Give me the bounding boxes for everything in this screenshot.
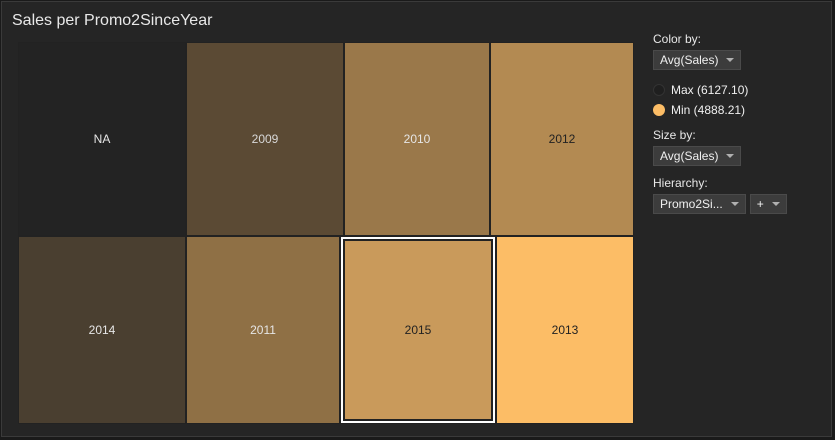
panel-title: Sales per Promo2SinceYear xyxy=(12,12,213,29)
cell-label: 2011 xyxy=(250,323,276,337)
treemap-cell-2014[interactable]: 2014 xyxy=(18,236,186,424)
cell-label: 2009 xyxy=(251,132,279,146)
cell-label: NA xyxy=(93,132,111,146)
add-hierarchy-button[interactable]: + xyxy=(749,194,787,214)
cell-label: 2010 xyxy=(403,132,431,146)
cell-label: 2014 xyxy=(88,323,116,337)
cell-label: 2015 xyxy=(404,323,432,337)
chevron-down-icon xyxy=(771,202,780,206)
hierarchy-row: Promo2Si... + xyxy=(653,194,823,214)
chevron-down-icon xyxy=(730,202,739,206)
treemap-controls: Color by: Avg(Sales) Max (6127.10) Min (… xyxy=(653,32,823,214)
treemap-cell-2012[interactable]: 2012 xyxy=(490,42,634,236)
treemap-cell-2011[interactable]: 2011 xyxy=(186,236,340,424)
color-by-dropdown[interactable]: Avg(Sales) xyxy=(653,50,742,70)
legend-max: Max (6127.10) xyxy=(653,80,823,100)
max-color-swatch xyxy=(653,84,665,96)
cell-label: 2013 xyxy=(551,323,579,337)
hierarchy-value: Promo2Si... xyxy=(660,197,723,211)
treemap: NA 2009 2010 2012 2014 2011 2015 2013 xyxy=(18,42,634,424)
treemap-cell-2010[interactable]: 2010 xyxy=(344,42,490,236)
cell-label: 2012 xyxy=(548,132,576,146)
size-by-value: Avg(Sales) xyxy=(660,149,719,163)
size-by-dropdown[interactable]: Avg(Sales) xyxy=(653,146,742,166)
legend-min-label: Min (4888.21) xyxy=(671,103,746,117)
legend-min: Min (4888.21) xyxy=(653,100,823,120)
color-by-label: Color by: xyxy=(653,32,702,46)
legend-max-label: Max (6127.10) xyxy=(671,83,749,97)
hierarchy-dropdown[interactable]: Promo2Si... xyxy=(653,194,746,214)
treemap-cell-na[interactable]: NA xyxy=(18,42,186,236)
treemap-cell-2013[interactable]: 2013 xyxy=(496,236,634,424)
size-by-label: Size by: xyxy=(653,128,696,142)
chevron-down-icon xyxy=(726,58,735,62)
chevron-down-icon xyxy=(726,154,735,158)
treemap-cell-2015[interactable]: 2015 xyxy=(340,236,496,424)
min-color-swatch xyxy=(653,104,665,116)
hierarchy-label: Hierarchy: xyxy=(653,176,708,190)
color-by-value: Avg(Sales) xyxy=(660,53,719,67)
plus-icon: + xyxy=(756,197,764,211)
treemap-cell-2009[interactable]: 2009 xyxy=(186,42,344,236)
